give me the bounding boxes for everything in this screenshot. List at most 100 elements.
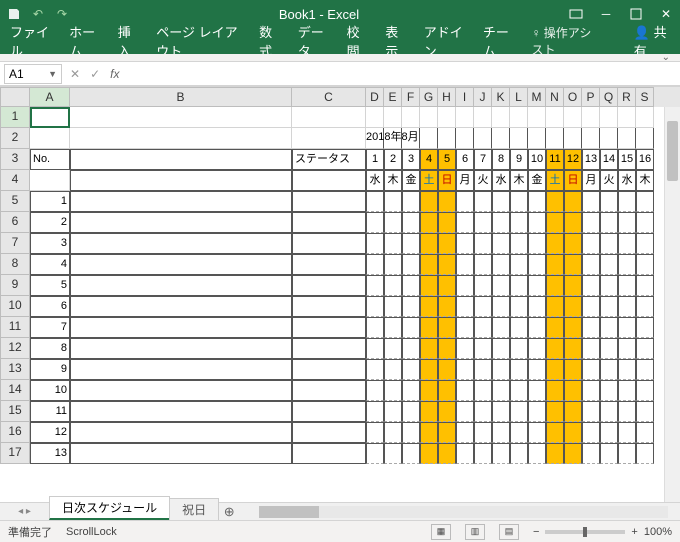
cell[interactable]: 7 (474, 149, 492, 170)
cell[interactable]: 13 (30, 443, 70, 464)
chevron-down-icon[interactable]: ⌄ (662, 52, 670, 63)
cell[interactable] (70, 149, 292, 170)
cell[interactable] (384, 212, 402, 233)
cell[interactable] (420, 296, 438, 317)
cell[interactable] (636, 233, 654, 254)
cell[interactable] (30, 107, 70, 128)
cell[interactable] (292, 422, 366, 443)
cell[interactable] (366, 191, 384, 212)
cell[interactable] (618, 107, 636, 128)
column-header[interactable]: F (402, 87, 420, 107)
cell[interactable] (582, 191, 600, 212)
cell[interactable] (636, 443, 654, 464)
cell[interactable]: 4 (30, 254, 70, 275)
redo-icon[interactable]: ↷ (54, 6, 70, 22)
scrollbar-thumb[interactable] (259, 506, 319, 518)
cell[interactable] (474, 317, 492, 338)
cell[interactable]: 1 (30, 191, 70, 212)
cell[interactable] (402, 191, 420, 212)
cell[interactable] (546, 128, 564, 149)
column-header[interactable]: L (510, 87, 528, 107)
cell[interactable] (456, 359, 474, 380)
cell[interactable]: 水 (366, 170, 384, 191)
column-header[interactable]: I (456, 87, 474, 107)
cell[interactable] (402, 443, 420, 464)
cell[interactable] (366, 443, 384, 464)
cell[interactable] (438, 254, 456, 275)
cell[interactable] (618, 212, 636, 233)
cell[interactable] (438, 296, 456, 317)
zoom-out-icon[interactable]: − (533, 526, 539, 538)
row-header[interactable]: 5 (0, 191, 30, 212)
row-header[interactable]: 2 (0, 128, 30, 149)
cell[interactable] (546, 191, 564, 212)
cell[interactable] (510, 128, 528, 149)
cell[interactable] (546, 107, 564, 128)
cell[interactable] (546, 296, 564, 317)
cell[interactable] (384, 296, 402, 317)
column-header[interactable]: R (618, 87, 636, 107)
cell[interactable] (70, 128, 292, 149)
cell[interactable] (292, 254, 366, 275)
cell[interactable] (564, 107, 582, 128)
cell[interactable]: 木 (510, 170, 528, 191)
cell[interactable] (510, 233, 528, 254)
cell[interactable]: 日 (438, 170, 456, 191)
cell[interactable] (492, 296, 510, 317)
cell[interactable] (402, 317, 420, 338)
cell[interactable] (474, 233, 492, 254)
cell[interactable] (564, 128, 582, 149)
column-header[interactable]: A (30, 87, 70, 107)
cell[interactable] (70, 380, 292, 401)
cell[interactable] (600, 401, 618, 422)
cell[interactable] (636, 296, 654, 317)
cell[interactable] (582, 128, 600, 149)
cell[interactable] (528, 359, 546, 380)
cell[interactable] (402, 338, 420, 359)
cell[interactable] (384, 233, 402, 254)
close-icon[interactable]: ✕ (658, 6, 674, 22)
column-header[interactable]: H (438, 87, 456, 107)
row-header[interactable]: 13 (0, 359, 30, 380)
cell[interactable] (564, 443, 582, 464)
cell[interactable] (492, 338, 510, 359)
cell[interactable] (636, 107, 654, 128)
cell[interactable] (528, 317, 546, 338)
cell[interactable] (510, 107, 528, 128)
cell[interactable] (384, 359, 402, 380)
cell[interactable] (492, 128, 510, 149)
ribbon-options-icon[interactable] (568, 6, 584, 22)
cell[interactable] (582, 233, 600, 254)
cell[interactable] (564, 191, 582, 212)
cell[interactable] (510, 401, 528, 422)
cell[interactable]: 11 (30, 401, 70, 422)
cell[interactable]: 2018年8月 (366, 128, 384, 149)
cell[interactable] (474, 338, 492, 359)
cell[interactable] (600, 317, 618, 338)
cell[interactable] (528, 338, 546, 359)
row-header[interactable]: 12 (0, 338, 30, 359)
cell[interactable] (456, 191, 474, 212)
cell[interactable] (474, 275, 492, 296)
cell[interactable] (546, 359, 564, 380)
cell[interactable] (474, 296, 492, 317)
cell[interactable]: 5 (438, 149, 456, 170)
cell[interactable]: 6 (30, 296, 70, 317)
cell[interactable] (582, 317, 600, 338)
zoom-slider[interactable] (545, 530, 625, 534)
cell[interactable] (474, 401, 492, 422)
cell[interactable] (618, 254, 636, 275)
cell[interactable] (528, 296, 546, 317)
cell[interactable] (510, 191, 528, 212)
cell[interactable]: 2 (30, 212, 70, 233)
cell[interactable] (384, 338, 402, 359)
cell[interactable] (420, 317, 438, 338)
cell[interactable] (292, 107, 366, 128)
cell[interactable] (420, 338, 438, 359)
cell[interactable] (600, 254, 618, 275)
cell[interactable] (70, 191, 292, 212)
cell[interactable] (292, 317, 366, 338)
cell[interactable] (456, 401, 474, 422)
cell[interactable] (474, 191, 492, 212)
cell[interactable] (600, 191, 618, 212)
